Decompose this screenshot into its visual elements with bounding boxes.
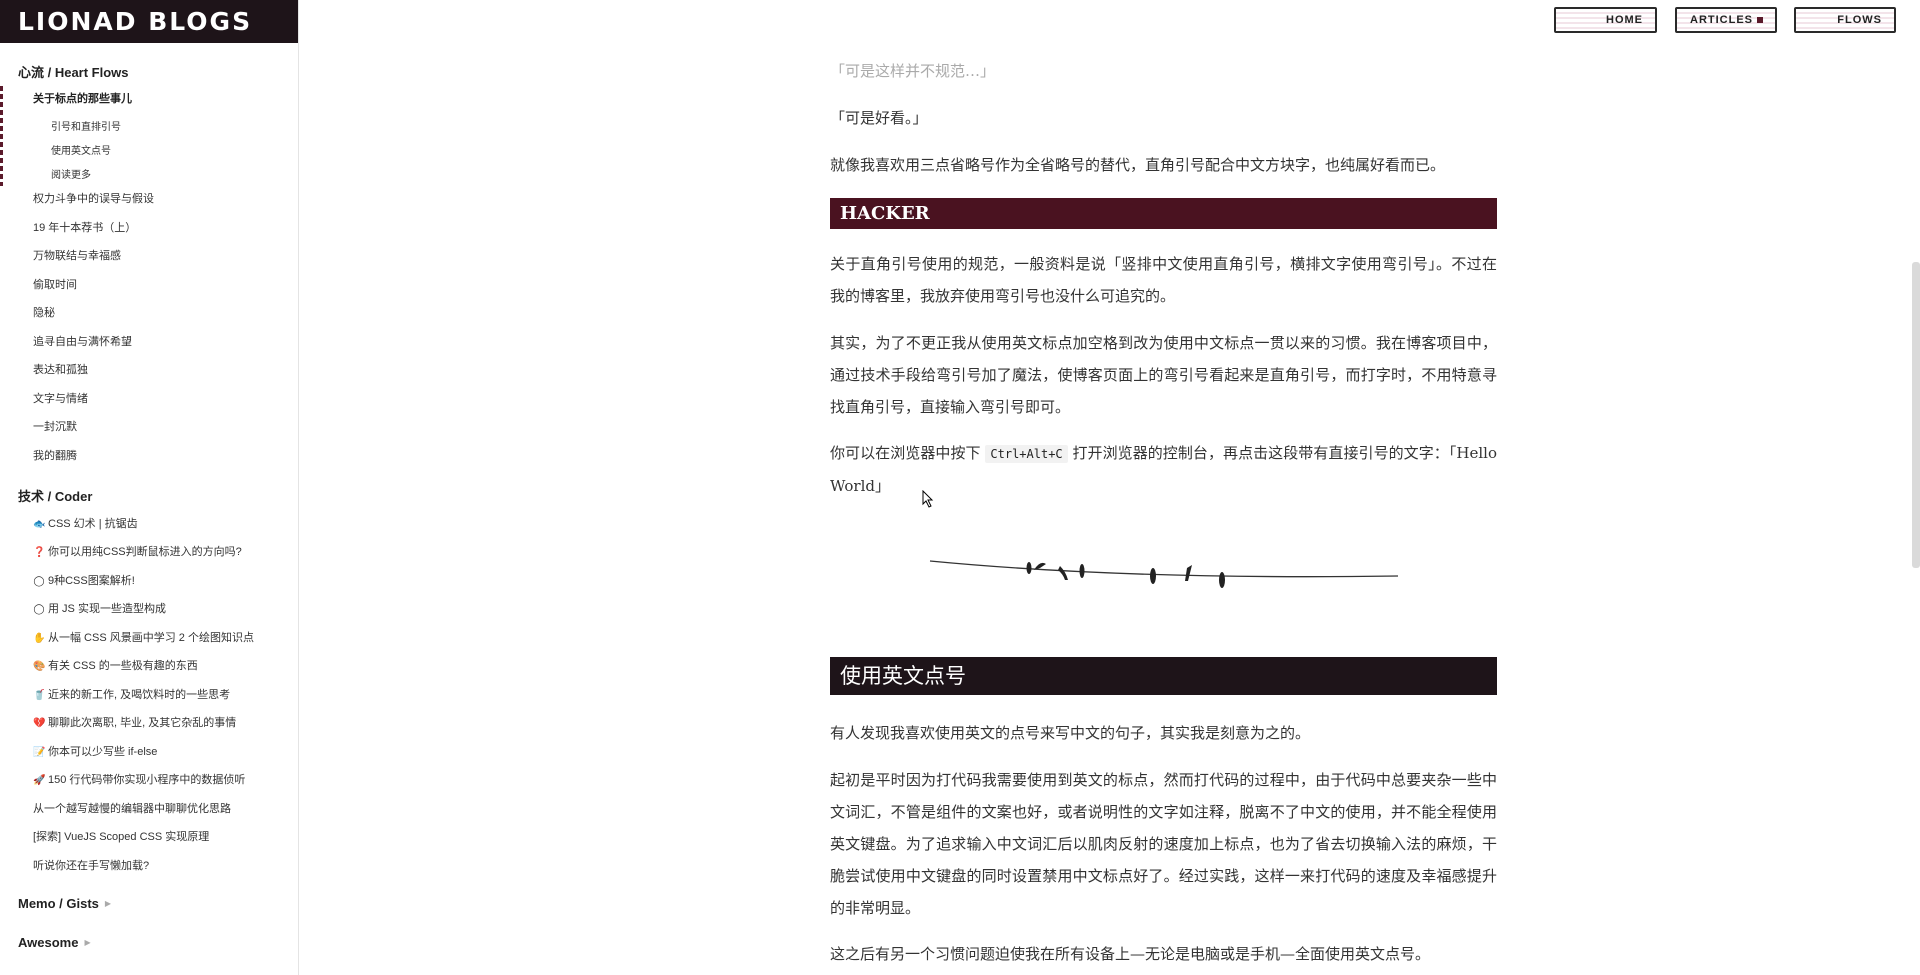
sidebar-item[interactable]: 偷取时间	[33, 277, 77, 293]
section-label: Awesome	[18, 935, 79, 950]
section-coder[interactable]: 技术 / Coder	[18, 486, 92, 505]
nav-label: FLOWS	[1837, 14, 1882, 26]
sidebar-item[interactable]: 一封沉默	[33, 419, 77, 435]
sidebar-item[interactable]: ❓ 你可以用纯CSS判断鼠标进入的方向吗?	[33, 544, 242, 561]
section-awesome[interactable]: Awesome ▶	[18, 935, 91, 950]
nav-articles-button[interactable]: ARTICLES	[1675, 7, 1777, 33]
sidebar-item-label: 你可以用纯CSS判断鼠标进入的方向吗?	[48, 546, 242, 558]
sidebar-item[interactable]: 文字与情绪	[33, 391, 88, 407]
sidebar-item[interactable]: 🚀 150 行代码带你实现小程序中的数据侦听	[33, 772, 245, 789]
site-logo[interactable]: LIONAD BLOGS	[0, 0, 298, 43]
sidebar-item-punctuation[interactable]: 关于标点的那些事儿	[33, 91, 132, 107]
sidebar-item[interactable]: ✋ 从一幅 CSS 风景画中学习 2 个绘图知识点	[33, 630, 254, 647]
sidebar-item-label: 从一幅 CSS 风景画中学习 2 个绘图知识点	[48, 632, 254, 644]
sidebar-item-label: 9种CSS图案解析!	[48, 575, 135, 587]
sidebar-item[interactable]: 隐秘	[33, 305, 55, 321]
section-label: Memo / Gists	[18, 896, 99, 911]
nav-flows-button[interactable]: FLOWS	[1794, 7, 1896, 33]
expand-arrow-icon: ▶	[84, 938, 91, 947]
sidebar: LIONAD BLOGS 心流 / Heart Flows 关于标点的那些事儿 …	[0, 0, 299, 975]
sidebar-item[interactable]: 📝 你本可以少写些 if-else	[33, 744, 157, 761]
toc-item-english-dot[interactable]: 使用英文点号	[51, 142, 111, 157]
sidebar-item[interactable]: 追寻自由与满怀希望	[33, 334, 132, 350]
paragraph: 「可是这样并不规范…」	[830, 62, 996, 80]
paragraph: 起初是平时因为打代码我需要使用到英文的标点，然而打代码的过程中，由于代码中总要夹…	[830, 771, 1497, 917]
sidebar-item[interactable]: 19 年十本荐书（上）	[33, 220, 136, 236]
sidebar-item[interactable]: 🥤 近来的新工作, 及喝饮料时的一些思考	[33, 687, 230, 704]
mouse-cursor-icon	[922, 490, 934, 508]
paragraph: 其实，为了不更正我从使用英文标点加空格到改为使用中文标点一贯以来的习惯。我在博客…	[830, 334, 1497, 416]
paragraph: 关于直角引号使用的规范，一般资料是说「竖排中文使用直角引号，横排文字使用弯引号」…	[830, 255, 1497, 305]
nav-label: HOME	[1606, 14, 1643, 26]
sidebar-item[interactable]: 从一个越写越慢的编辑器中聊聊优化思路	[33, 801, 231, 817]
broken-heart-icon: 💔	[33, 718, 46, 729]
sidebar-item-label: 近来的新工作, 及喝饮料时的一些思考	[48, 689, 231, 701]
nav-home-button[interactable]: HOME	[1554, 7, 1657, 33]
sidebar-item[interactable]: 🎨 有关 CSS 的一些极有趣的东西	[33, 658, 198, 675]
palette-icon: 🎨	[33, 661, 46, 672]
fish-icon: 🐟	[33, 519, 46, 530]
sidebar-item-label: 你本可以少写些 if-else	[48, 746, 158, 758]
expand-arrow-icon: ▶	[104, 899, 112, 908]
text: 你可以在浏览器中按下	[830, 444, 981, 462]
shortcut-code: Ctrl+Alt+C	[985, 445, 1068, 463]
toc-item-quotes[interactable]: 引号和直排引号	[51, 118, 121, 133]
section-heart-flows[interactable]: 心流 / Heart Flows	[18, 62, 129, 81]
sidebar-item[interactable]: ◯ 9种CSS图案解析!	[33, 573, 135, 590]
scrollbar-thumb[interactable]	[1912, 262, 1920, 568]
active-indicator	[0, 86, 3, 186]
sidebar-item-label: 150 行代码带你实现小程序中的数据侦听	[48, 774, 246, 786]
nav-label: ARTICLES	[1690, 14, 1753, 26]
cup-icon: 🥤	[33, 690, 46, 701]
birds-on-wire-illustration	[929, 560, 1399, 588]
sidebar-item-label: 有关 CSS 的一些极有趣的东西	[48, 660, 198, 672]
section-heading-english-dot: 使用英文点号	[830, 657, 1497, 695]
question-icon: ❓	[33, 547, 46, 558]
sidebar-item[interactable]: 我的翻腾	[33, 448, 77, 464]
sidebar-item[interactable]: 万物联结与幸福感	[33, 248, 121, 264]
toc-item-read-more[interactable]: 阅读更多	[51, 166, 91, 181]
sidebar-item[interactable]: 🐟 CSS 幻术 | 抗锯齿	[33, 516, 138, 533]
sidebar-item[interactable]: [探索] VueJS Scoped CSS 实现原理	[33, 829, 209, 845]
sidebar-item[interactable]: 权力斗争中的误导与假设	[33, 191, 154, 207]
sidebar-item-label: 用 JS 实现一些造型构成	[48, 603, 166, 615]
sidebar-item-label: CSS 幻术 | 抗锯齿	[48, 518, 138, 530]
hand-icon: ✋	[33, 633, 46, 644]
paragraph: 就像我喜欢用三点省略号作为全省略号的替代，直角引号配合中文方块字，也纯属好看而已…	[830, 156, 1446, 174]
paragraph: 这之后有另一个习惯问题迫使我在所有设备上—无论是电脑或是手机—全面使用英文点号。	[830, 945, 1431, 963]
sidebar-item[interactable]: ◯ 用 JS 实现一些造型构成	[33, 601, 166, 618]
circle-icon: ◯	[33, 576, 45, 587]
paragraph: 有人发现我喜欢使用英文的点号来写中文的句子，其实我是刻意为之的。	[830, 724, 1311, 742]
sidebar-item-label: 聊聊此次离职, 毕业, 及其它杂乱的事情	[48, 717, 237, 729]
sidebar-item[interactable]: 💔 聊聊此次离职, 毕业, 及其它杂乱的事情	[33, 715, 236, 732]
active-square-icon	[1757, 17, 1763, 23]
section-memo[interactable]: Memo / Gists ▶	[18, 896, 111, 911]
section-heading-hacker: HACKER	[830, 198, 1497, 229]
sidebar-item[interactable]: 表达和孤独	[33, 362, 88, 378]
rocket-icon: 🚀	[33, 775, 46, 786]
memo-icon: 📝	[33, 747, 46, 758]
paragraph: 「可是好看。」	[830, 109, 928, 127]
sidebar-item[interactable]: 听说你还在手写懒加载?	[33, 858, 149, 874]
circle-icon: ◯	[33, 604, 45, 615]
